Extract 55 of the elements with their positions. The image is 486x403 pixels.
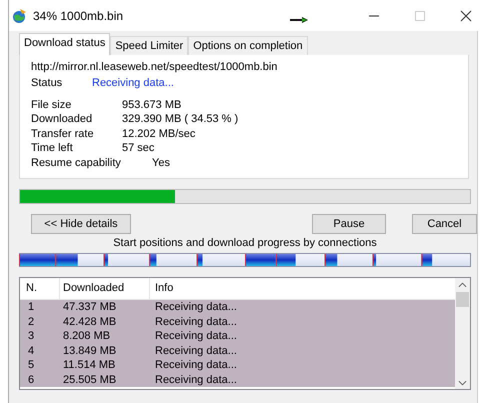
tab[interactable]: Download status: [19, 33, 110, 55]
table-cell-text: Receiving data...: [154, 374, 238, 386]
pause-button[interactable]: Pause: [312, 214, 386, 234]
table-row[interactable]: 2 42.428 MB Receiving data...: [20, 314, 455, 329]
table-row[interactable]: 6 25.505 MB Receiving data...: [20, 372, 455, 387]
field-label: Transfer rate: [31, 128, 95, 140]
cancel-button[interactable]: Cancel: [412, 214, 477, 234]
field-value: 329.390 MB ( 34.53 % ): [122, 113, 238, 126]
table-cell-text: 13.849 MB: [62, 344, 118, 357]
table-row[interactable]: 5 11.514 MB Receiving data...: [20, 358, 455, 372]
table-cell-text: Receiving data...: [154, 301, 238, 314]
window-title: 34% 1000mb.bin: [33, 8, 124, 22]
field-label: Time left: [31, 142, 74, 154]
table-cell-text: 5: [27, 359, 36, 372]
arrow-icon: [290, 16, 308, 22]
table-row[interactable]: 4 13.849 MB Receiving data...: [20, 344, 455, 358]
table-cell-text: Receiving data...: [154, 344, 238, 357]
tab[interactable]: Options on completion: [188, 36, 308, 55]
connections-caption: Start positions and download progress by connections: [112, 237, 378, 251]
scroll-up-icon[interactable]: [458, 282, 467, 288]
table-cell-text: 2: [27, 316, 36, 328]
column-header[interactable]: Info: [150, 278, 455, 299]
table-cell-text: 3: [27, 330, 36, 342]
table-cell-text: 1: [27, 301, 36, 314]
field-value: 953.673 MB: [122, 98, 182, 111]
column-header[interactable]: Downloaded: [60, 278, 150, 299]
table-cell-text: 6: [27, 374, 36, 386]
field-value: Yes: [152, 156, 170, 169]
table-cell-text: 11.514 MB: [62, 359, 116, 372]
table-cell-text: 4: [27, 344, 36, 357]
table-cell-text: 47.337 MB: [62, 301, 118, 314]
table-cell-text: 8.208 MB: [62, 330, 112, 342]
table-cell-text: 42.428 MB: [62, 316, 118, 328]
globe-icon: [11, 8, 27, 24]
tab[interactable]: Speed Limiter: [110, 36, 188, 55]
field-label: Downloaded: [31, 113, 94, 126]
field-value: 57 sec: [122, 142, 154, 154]
table-cell-text: 25.505 MB: [62, 374, 118, 386]
column-header[interactable]: N.: [20, 278, 60, 299]
status-value: Receiving data...: [92, 77, 174, 90]
field-value: 12.202 MB/sec: [122, 128, 196, 140]
hide-details-button[interactable]: << Hide details: [31, 214, 131, 234]
close-icon[interactable]: [460, 10, 472, 22]
table-cell-text: Receiving data...: [154, 330, 238, 342]
scroll-thumb[interactable]: [456, 292, 469, 307]
scrollbar[interactable]: [455, 278, 470, 389]
download-url: http://mirror.nl.leaseweb.net/speedtest/1000mb.bin: [31, 61, 278, 75]
table-cell-text: Receiving data...: [154, 359, 238, 372]
scroll-down-icon[interactable]: [458, 380, 467, 386]
field-label: Resume capability: [31, 156, 122, 169]
field-label: Status: [31, 77, 64, 90]
table-cell-text: Receiving data...: [154, 316, 238, 328]
field-label: File size: [31, 98, 72, 111]
table-row[interactable]: 1 47.337 MB Receiving data...: [20, 300, 455, 314]
table-row[interactable]: 3 8.208 MB Receiving data...: [20, 329, 455, 344]
